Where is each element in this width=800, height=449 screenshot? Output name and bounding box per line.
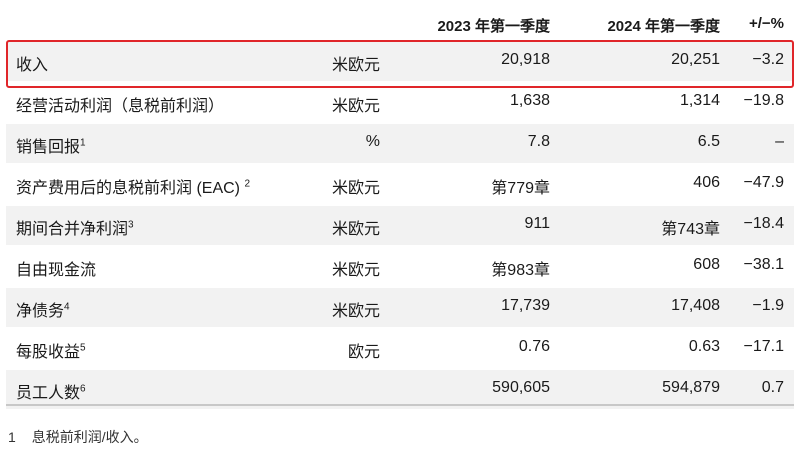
row-unit: % [365,133,380,150]
row-label-text: 资产费用后的息税前利润 (EAC) [16,180,241,197]
row-label-text: 每股收益 [16,344,81,361]
table-row-revenue: 收入 米欧元 20,918 20,251 −3.2 [6,42,794,81]
row-delta: −1.9 [752,297,784,314]
row-label: 自由现金流 [16,262,97,279]
row-value-2023: 17,739 [501,297,550,314]
financial-table: 2023 年第一季度 2024 年第一季度 +/−% 收入 米欧元 20,918… [6,0,794,411]
row-value-2024: 6.5 [697,133,720,150]
row-value-2024: 406 [693,174,720,191]
row-value-2024: 608 [693,256,720,273]
header-change-percent: +/−% [748,15,784,32]
row-unit: 欧元 [347,344,380,361]
row-footnote-ref: 4 [64,301,70,313]
table-row-free-cash-flow: 自由现金流 米欧元 第983章 608 −38.1 [6,247,794,286]
header-2024-q1: 2024 年第一季度 [607,18,720,35]
row-value-2023: 7.8 [527,133,550,150]
row-value-2023: 0.76 [518,338,550,355]
row-unit: 米欧元 [331,262,380,279]
row-label: 资产费用后的息税前利润 (EAC) 2 [16,174,250,198]
table-row-net-income: 期间合并净利润3 米欧元 911 第743章 −18.4 [6,206,794,245]
footnote: 1 息税前利润/收入。 [8,427,148,447]
row-value-2023: 911 [524,215,550,232]
row-value-2024: 594,879 [662,379,720,396]
row-unit: 米欧元 [331,98,380,115]
row-label: 销售回报1 [16,133,86,157]
row-unit: 米欧元 [331,180,380,197]
row-footnote-ref: 3 [128,219,134,231]
footnote-text: 息税前利润/收入。 [31,429,148,445]
row-value-2023: 590,605 [492,379,550,396]
row-value-2023: 20,918 [501,51,550,68]
row-label: 净债务4 [16,297,70,321]
row-unit: 米欧元 [331,221,380,238]
table-row-eac: 资产费用后的息税前利润 (EAC) 2 米欧元 第779章 406 −47.9 [6,165,794,204]
row-value-2023: 第779章 [491,180,550,197]
row-value-2024: 第743章 [661,221,720,238]
row-label-text: 销售回报 [16,139,81,156]
table-row-return-on-sales: 销售回报1 % 7.8 6.5 – [6,124,794,163]
row-delta: −19.8 [743,92,784,109]
row-footnote-ref: 2 [244,178,251,190]
header-2023-q1: 2023 年第一季度 [437,18,550,35]
row-delta: −18.4 [743,215,784,232]
row-delta: −47.9 [743,174,784,191]
row-label: 经营活动利润（息税前利润） [16,98,225,115]
row-value-2023: 第983章 [491,262,550,279]
row-unit: 米欧元 [331,303,380,320]
row-footnote-ref: 1 [80,137,86,149]
row-delta: −3.2 [752,51,784,68]
row-footnote-ref: 5 [80,342,86,354]
table-header: 2023 年第一季度 2024 年第一季度 +/−% [6,0,794,42]
row-delta: – [775,133,784,150]
row-label: 员工人数6 [16,379,86,403]
row-label-text: 净债务 [16,303,65,320]
table-bottom-rule [6,404,794,406]
footnote-number: 1 [8,429,16,445]
row-value-2024: 0.63 [688,338,720,355]
row-unit: 米欧元 [331,57,380,74]
table-row-net-debt: 净债务4 米欧元 17,739 17,408 −1.9 [6,288,794,327]
row-delta: 0.7 [761,379,784,396]
row-label: 期间合并净利润3 [16,215,134,239]
row-value-2023: 1,638 [509,92,550,109]
table-row-ebit: 经营活动利润（息税前利润） 米欧元 1,638 1,314 −19.8 [6,83,794,122]
row-value-2024: 17,408 [671,297,720,314]
row-footnote-ref: 6 [80,383,86,395]
row-value-2024: 1,314 [679,92,720,109]
row-label-text: 期间合并净利润 [16,221,129,238]
row-label: 收入 [16,57,49,74]
table-row-eps: 每股收益5 欧元 0.76 0.63 −17.1 [6,329,794,368]
row-delta: −17.1 [743,338,784,355]
row-value-2024: 20,251 [671,51,720,68]
row-label-text: 员工人数 [16,385,81,402]
row-label: 每股收益5 [16,338,86,362]
row-delta: −38.1 [743,256,784,273]
